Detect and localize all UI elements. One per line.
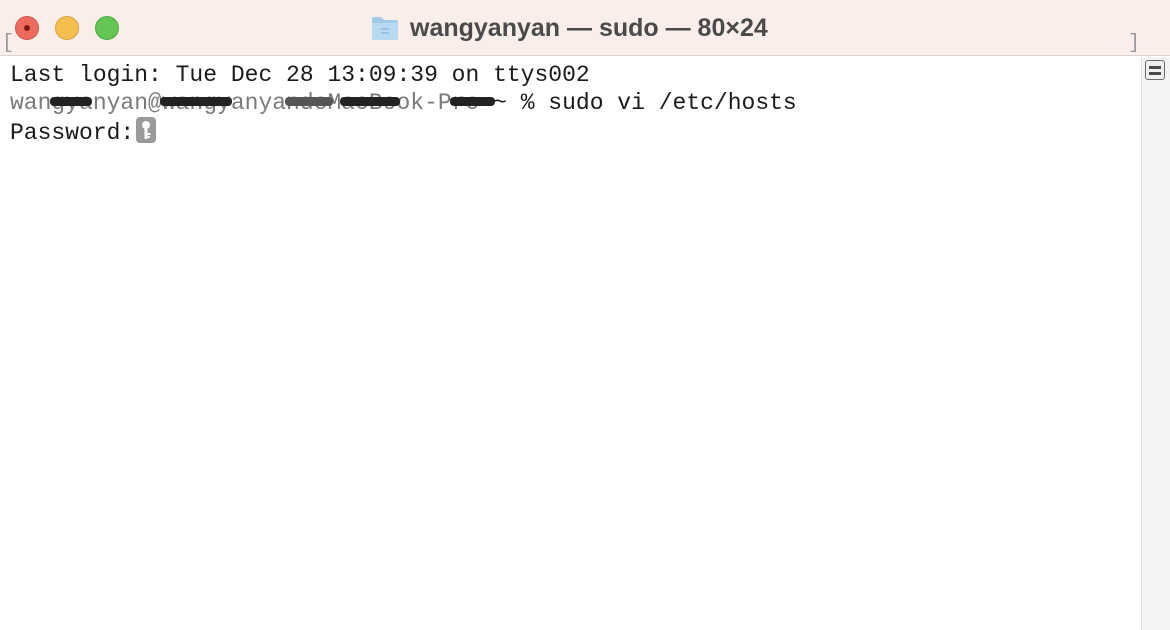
minimize-button[interactable]: [55, 16, 79, 40]
scrollbar[interactable]: [1141, 57, 1170, 630]
scroll-menu-icon[interactable]: [1145, 60, 1165, 80]
redaction-mark: [340, 97, 400, 106]
title-bar[interactable]: wangyanyan — sudo — 80×24: [0, 0, 1170, 56]
last-login-line: Last login: Tue Dec 28 13:09:39 on ttys0…: [10, 62, 590, 88]
command-line: wangyanyan@wangyanyandeMacBook-Pro ~ % s…: [10, 89, 797, 117]
password-prompt: Password:: [10, 120, 135, 146]
window-title: wangyanyan — sudo — 80×24: [410, 13, 768, 42]
terminal-window: wangyanyan — sudo — 80×24 Last login: Tu…: [0, 0, 1170, 630]
window-title-group: wangyanyan — sudo — 80×24: [370, 12, 768, 44]
selection-bracket-right: ]: [1128, 32, 1141, 55]
redaction-mark: [450, 97, 495, 106]
redaction-mark: [50, 97, 92, 106]
folder-icon: [372, 17, 398, 40]
redaction-mark: [160, 97, 232, 106]
key-icon: [136, 117, 157, 143]
password-line: Password:: [10, 117, 157, 147]
redacted-prompt: wangyanyan@wangyanyandeMacBook-Pro: [10, 89, 495, 117]
close-icon: [24, 25, 30, 31]
maximize-button[interactable]: [95, 16, 119, 40]
selection-bracket-left: [: [2, 32, 15, 55]
command-text: ~ % sudo vi /etc/hosts: [479, 90, 797, 116]
terminal-output[interactable]: Last login: Tue Dec 28 13:09:39 on ttys0…: [0, 57, 1141, 630]
redaction-mark: [285, 97, 333, 106]
close-button[interactable]: [15, 16, 39, 40]
